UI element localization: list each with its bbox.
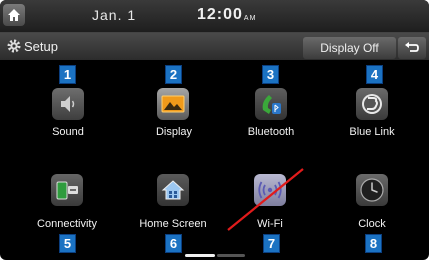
callout-number-2: 2 xyxy=(165,65,182,84)
home-screen-menu-button[interactable] xyxy=(157,174,189,206)
blue-link-label: Blue Link xyxy=(349,126,395,138)
sound-menu-button[interactable] xyxy=(52,88,84,120)
back-button[interactable] xyxy=(398,37,426,59)
connectivity-menu-button[interactable] xyxy=(51,174,83,206)
wifi-label: Wi-Fi xyxy=(257,218,283,230)
display-label: Display xyxy=(155,126,193,138)
home-button[interactable] xyxy=(3,4,25,26)
bluetooth-menu-button[interactable] xyxy=(255,88,287,120)
callout-number-4: 4 xyxy=(366,65,383,84)
callout-number-6: 6 xyxy=(165,234,182,253)
clock-menu-button[interactable] xyxy=(356,174,388,206)
phone-connectivity-icon xyxy=(56,181,78,200)
connectivity-label: Connectivity xyxy=(37,218,97,230)
callout-number-3: 3 xyxy=(262,65,279,84)
callout-number-7: 7 xyxy=(263,234,280,253)
clock-label: Clock xyxy=(358,218,386,230)
setup-screen: Jan. 1 12:00AM Setup Display Off 1 Sound… xyxy=(0,0,429,260)
date-display: Jan. 1 xyxy=(92,7,137,23)
home-icon xyxy=(8,9,20,21)
bluetooth-phone-icon xyxy=(262,95,281,114)
page-indicator-inactive[interactable] xyxy=(217,254,245,257)
page-indicator-active xyxy=(185,254,215,257)
gear-icon xyxy=(7,39,21,53)
page-title: Setup xyxy=(24,39,58,54)
callout-number-8: 8 xyxy=(365,234,382,253)
home-screen-label: Home Screen xyxy=(139,218,207,230)
callout-number-1: 1 xyxy=(59,65,76,84)
am-pm: AM xyxy=(243,15,257,22)
blue-link-icon xyxy=(362,94,382,114)
wifi-menu-button[interactable] xyxy=(254,174,286,206)
bluetooth-label: Bluetooth xyxy=(247,126,295,138)
display-icon xyxy=(161,95,185,113)
display-menu-button[interactable] xyxy=(157,88,189,120)
clock-icon xyxy=(360,178,384,202)
display-off-button[interactable]: Display Off xyxy=(303,37,396,59)
sound-label: Sound xyxy=(52,126,84,138)
speaker-icon xyxy=(61,96,75,112)
wifi-icon xyxy=(258,181,282,199)
status-bar: Jan. 1 12:00AM xyxy=(0,0,429,33)
back-arrow-icon xyxy=(405,42,419,52)
time-display: 12:00AM xyxy=(197,6,256,24)
home-screen-icon xyxy=(161,180,185,200)
blue-link-menu-button[interactable] xyxy=(356,88,388,120)
callout-number-5: 5 xyxy=(59,234,76,253)
clock-time: 12:00 xyxy=(197,6,243,23)
